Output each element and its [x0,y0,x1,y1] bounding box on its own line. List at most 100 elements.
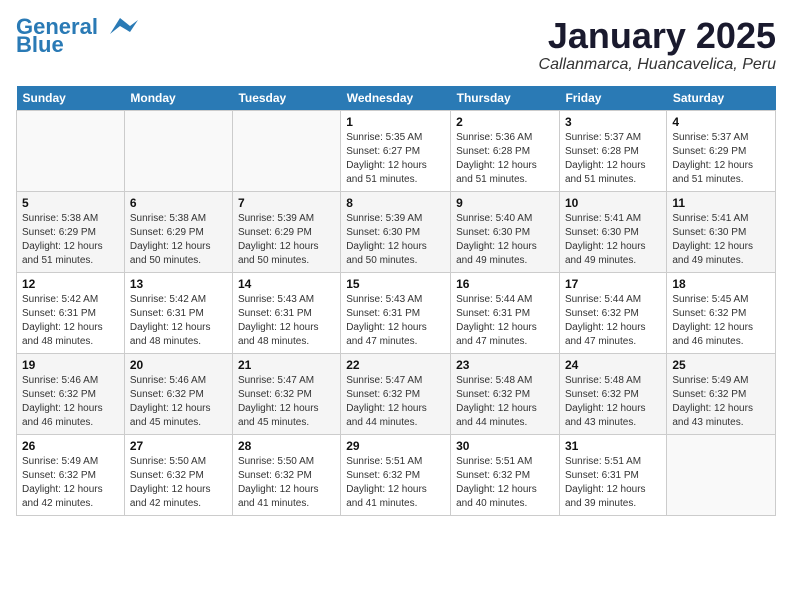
day-info: Sunrise: 5:38 AM Sunset: 6:29 PM Dayligh… [22,212,119,268]
day-info: Sunrise: 5:46 AM Sunset: 6:32 PM Dayligh… [130,374,227,430]
calendar-cell: 26Sunrise: 5:49 AM Sunset: 6:32 PM Dayli… [17,434,125,515]
weekday-header-row: SundayMondayTuesdayWednesdayThursdayFrid… [17,86,776,111]
day-info: Sunrise: 5:49 AM Sunset: 6:32 PM Dayligh… [22,455,119,511]
day-info: Sunrise: 5:51 AM Sunset: 6:32 PM Dayligh… [456,455,554,511]
calendar-cell: 21Sunrise: 5:47 AM Sunset: 6:32 PM Dayli… [232,353,340,434]
day-number: 1 [346,115,445,129]
day-number: 6 [130,196,227,210]
day-info: Sunrise: 5:50 AM Sunset: 6:32 PM Dayligh… [238,455,335,511]
calendar-cell: 17 Sunrise: 5:44 AM Sunset: 6:32 PM Dayli… [559,272,666,353]
day-info: Sunrise: 5:47 AM Sunset: 6:32 PM Dayligh… [238,374,335,430]
day-info: Sunrise: 5:44 AM Sunset: 6:32 PM Dayligh… [565,293,661,349]
calendar-cell: 16 Sunrise: 5:44 AM Sunset: 6:31 PM Dayli… [451,272,560,353]
calendar-week-row: 1 Sunrise: 5:35 AM Sunset: 6:27 PM Daylig… [17,110,776,191]
calendar-cell: 11Sunrise: 5:41 AM Sunset: 6:30 PM Dayli… [667,191,776,272]
day-info: Sunrise: 5:39 AM Sunset: 6:29 PM Dayligh… [238,212,335,268]
logo-blue: Blue [16,34,64,56]
logo: General Blue [16,16,138,56]
day-info: Sunrise: 5:46 AM Sunset: 6:32 PM Dayligh… [22,374,119,430]
calendar-cell: 10Sunrise: 5:41 AM Sunset: 6:30 PM Dayli… [559,191,666,272]
day-info: Sunrise: 5:37 AM Sunset: 6:28 PM Dayligh… [565,131,661,187]
calendar-cell: 15 Sunrise: 5:43 AM Sunset: 6:31 PM Dayli… [341,272,451,353]
calendar-header: SundayMondayTuesdayWednesdayThursdayFrid… [17,86,776,111]
day-number: 31 [565,439,661,453]
calendar-cell: 14 Sunrise: 5:43 AM Sunset: 6:31 PM Dayli… [232,272,340,353]
calendar-week-row: 5Sunrise: 5:38 AM Sunset: 6:29 PM Daylig… [17,191,776,272]
weekday-header-sunday: Sunday [17,86,125,111]
day-number: 25 [672,358,770,372]
calendar-cell: 1 Sunrise: 5:35 AM Sunset: 6:27 PM Daylig… [341,110,451,191]
day-number: 30 [456,439,554,453]
title-block: January 2025 Callanmarca, Huancavelica, … [539,16,776,74]
calendar-table: SundayMondayTuesdayWednesdayThursdayFrid… [16,86,776,516]
calendar-cell: 27 Sunrise: 5:50 AM Sunset: 6:32 PM Dayli… [124,434,232,515]
day-info: Sunrise: 5:48 AM Sunset: 6:32 PM Dayligh… [565,374,661,430]
day-number: 12 [22,277,119,291]
calendar-cell: 6 Sunrise: 5:38 AM Sunset: 6:29 PM Daylig… [124,191,232,272]
day-info: Sunrise: 5:41 AM Sunset: 6:30 PM Dayligh… [565,212,661,268]
day-info: Sunrise: 5:47 AM Sunset: 6:32 PM Dayligh… [346,374,445,430]
day-number: 8 [346,196,445,210]
day-info: Sunrise: 5:40 AM Sunset: 6:30 PM Dayligh… [456,212,554,268]
day-number: 28 [238,439,335,453]
day-info: Sunrise: 5:43 AM Sunset: 6:31 PM Dayligh… [346,293,445,349]
day-number: 11 [672,196,770,210]
day-number: 3 [565,115,661,129]
calendar-cell: 3 Sunrise: 5:37 AM Sunset: 6:28 PM Daylig… [559,110,666,191]
day-number: 16 [456,277,554,291]
day-info: Sunrise: 5:51 AM Sunset: 6:32 PM Dayligh… [346,455,445,511]
calendar-week-row: 12Sunrise: 5:42 AM Sunset: 6:31 PM Dayli… [17,272,776,353]
day-number: 13 [130,277,227,291]
weekday-header-monday: Monday [124,86,232,111]
weekday-header-saturday: Saturday [667,86,776,111]
calendar-cell [17,110,125,191]
day-info: Sunrise: 5:51 AM Sunset: 6:31 PM Dayligh… [565,455,661,511]
weekday-header-tuesday: Tuesday [232,86,340,111]
logo-bird-icon [102,16,138,38]
day-info: Sunrise: 5:37 AM Sunset: 6:29 PM Dayligh… [672,131,770,187]
day-number: 23 [456,358,554,372]
day-info: Sunrise: 5:38 AM Sunset: 6:29 PM Dayligh… [130,212,227,268]
calendar-cell: 29 Sunrise: 5:51 AM Sunset: 6:32 PM Dayli… [341,434,451,515]
calendar-cell: 30 Sunrise: 5:51 AM Sunset: 6:32 PM Dayli… [451,434,560,515]
calendar-cell: 2Sunrise: 5:36 AM Sunset: 6:28 PM Daylig… [451,110,560,191]
calendar-cell: 13Sunrise: 5:42 AM Sunset: 6:31 PM Dayli… [124,272,232,353]
weekday-header-wednesday: Wednesday [341,86,451,111]
day-info: Sunrise: 5:44 AM Sunset: 6:31 PM Dayligh… [456,293,554,349]
day-info: Sunrise: 5:49 AM Sunset: 6:32 PM Dayligh… [672,374,770,430]
day-number: 29 [346,439,445,453]
day-number: 20 [130,358,227,372]
calendar-cell: 19 Sunrise: 5:46 AM Sunset: 6:32 PM Dayli… [17,353,125,434]
day-number: 4 [672,115,770,129]
day-info: Sunrise: 5:48 AM Sunset: 6:32 PM Dayligh… [456,374,554,430]
day-info: Sunrise: 5:45 AM Sunset: 6:32 PM Dayligh… [672,293,770,349]
calendar-subtitle: Callanmarca, Huancavelica, Peru [539,56,776,74]
calendar-cell [124,110,232,191]
calendar-cell: 25 Sunrise: 5:49 AM Sunset: 6:32 PM Dayli… [667,353,776,434]
day-info: Sunrise: 5:39 AM Sunset: 6:30 PM Dayligh… [346,212,445,268]
calendar-cell: 23 Sunrise: 5:48 AM Sunset: 6:32 PM Dayli… [451,353,560,434]
calendar-cell: 28 Sunrise: 5:50 AM Sunset: 6:32 PM Dayli… [232,434,340,515]
calendar-cell [667,434,776,515]
day-number: 15 [346,277,445,291]
day-number: 18 [672,277,770,291]
day-info: Sunrise: 5:50 AM Sunset: 6:32 PM Dayligh… [130,455,227,511]
weekday-header-thursday: Thursday [451,86,560,111]
calendar-cell: 31 Sunrise: 5:51 AM Sunset: 6:31 PM Dayli… [559,434,666,515]
day-info: Sunrise: 5:43 AM Sunset: 6:31 PM Dayligh… [238,293,335,349]
day-number: 14 [238,277,335,291]
day-number: 27 [130,439,227,453]
calendar-title: January 2025 [539,16,776,56]
day-number: 7 [238,196,335,210]
day-info: Sunrise: 5:35 AM Sunset: 6:27 PM Dayligh… [346,131,445,187]
calendar-cell: 5Sunrise: 5:38 AM Sunset: 6:29 PM Daylig… [17,191,125,272]
calendar-cell: 24 Sunrise: 5:48 AM Sunset: 6:32 PM Dayli… [559,353,666,434]
calendar-cell: 9 Sunrise: 5:40 AM Sunset: 6:30 PM Daylig… [451,191,560,272]
day-number: 24 [565,358,661,372]
page-header: General Blue January 2025 Callanmarca, H… [16,16,776,74]
day-number: 22 [346,358,445,372]
day-number: 9 [456,196,554,210]
day-number: 17 [565,277,661,291]
day-number: 19 [22,358,119,372]
calendar-body: 1 Sunrise: 5:35 AM Sunset: 6:27 PM Daylig… [17,110,776,515]
